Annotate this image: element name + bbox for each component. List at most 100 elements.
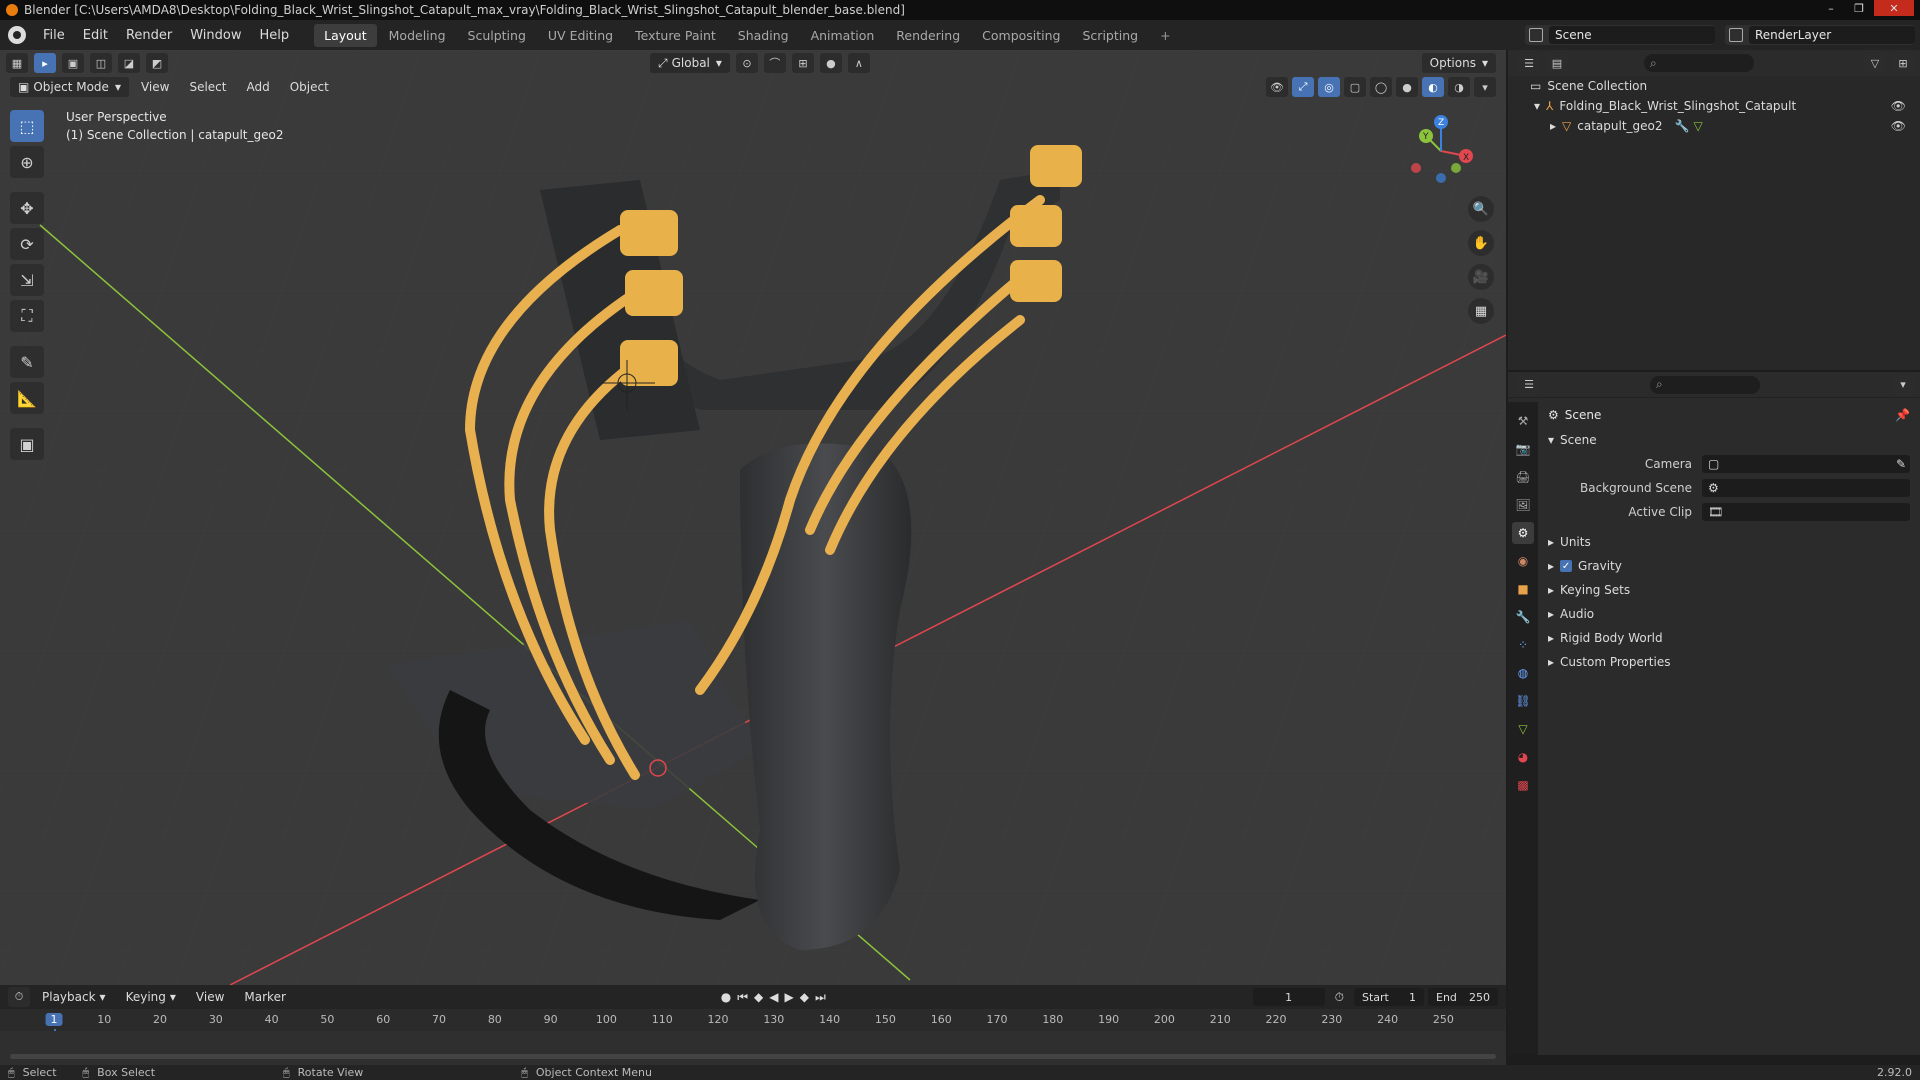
- tab-animation[interactable]: Animation: [801, 24, 885, 47]
- menu-file[interactable]: File: [34, 28, 74, 43]
- gravity-checkbox[interactable]: ✓: [1560, 560, 1573, 572]
- shading-solid-icon[interactable]: ●: [1396, 77, 1418, 97]
- add-workspace-button[interactable]: +: [1150, 24, 1180, 47]
- visibility-eye-icon[interactable]: 👁: [1891, 99, 1906, 113]
- object-mode-dropdown[interactable]: ▣ Object Mode ▾: [10, 77, 129, 97]
- transform-tool-icon[interactable]: ⛶: [10, 300, 44, 332]
- select-mode-subtract-icon[interactable]: ◪: [118, 53, 140, 73]
- move-tool-icon[interactable]: ✥: [10, 192, 44, 224]
- record-icon[interactable]: ●: [721, 990, 731, 1005]
- ortho-grid-icon[interactable]: ▦: [1468, 298, 1494, 324]
- add-cube-tool-icon[interactable]: ▣: [10, 428, 44, 460]
- tab-rendering[interactable]: Rendering: [886, 24, 970, 47]
- properties-search-input[interactable]: ⌕: [1650, 375, 1760, 394]
- visibility-eye-icon[interactable]: 👁: [1891, 119, 1906, 133]
- keying-menu[interactable]: Keying ▾: [118, 987, 184, 1007]
- play-icon[interactable]: ▶: [785, 990, 794, 1005]
- shading-options-icon[interactable]: ▾: [1474, 77, 1496, 97]
- scale-tool-icon[interactable]: ⇲: [10, 264, 44, 296]
- filter-icon[interactable]: ▽: [1864, 53, 1886, 73]
- scene-selector[interactable]: Scene: [1525, 25, 1715, 45]
- blender-menu-icon[interactable]: [8, 26, 26, 44]
- timeline-ruler[interactable]: 1 10 20 30 40 50 60 70 80 90 100 110 120 130 140 150 160…: [0, 1009, 1506, 1069]
- maximize-button[interactable]: ❐: [1846, 0, 1872, 16]
- current-frame-input[interactable]: 1: [1252, 988, 1325, 1006]
- modifier-tab-icon[interactable]: 🔧: [1512, 606, 1534, 628]
- scene-panel-header[interactable]: ▾ Scene: [1542, 428, 1920, 452]
- object-tab-icon[interactable]: ■: [1512, 578, 1534, 600]
- display-mode-icon[interactable]: ▤: [1546, 53, 1568, 73]
- jump-end-icon[interactable]: ⏭: [815, 990, 826, 1005]
- outliner-root[interactable]: ▭ Scene Collection: [1508, 76, 1920, 96]
- eyedropper-icon[interactable]: ✎: [1896, 457, 1906, 471]
- expand-arrow-icon[interactable]: ▾: [1534, 99, 1540, 113]
- menu-render[interactable]: Render: [117, 28, 181, 43]
- 3d-viewport[interactable]: ▦ ▸ ▣ ◫ ◪ ◩ ⤢ Global ▾ ⊙ ⌒ ⊞ ● ∧ Options…: [0, 50, 1506, 985]
- marker-menu[interactable]: Marker: [236, 987, 293, 1007]
- play-reverse-icon[interactable]: ◀: [769, 990, 778, 1005]
- rigid-body-world-section[interactable]: ▸ Rigid Body World: [1542, 626, 1920, 650]
- annotate-tool-icon[interactable]: ✎: [10, 346, 44, 378]
- select-mode-extend-icon[interactable]: ◫: [90, 53, 112, 73]
- menu-window[interactable]: Window: [181, 28, 250, 43]
- custom-properties-section[interactable]: ▸ Custom Properties: [1542, 650, 1920, 674]
- material-tab-icon[interactable]: ◕: [1512, 746, 1534, 768]
- camera-view-icon[interactable]: 🎥: [1468, 264, 1494, 290]
- timeline-scrollbar[interactable]: [10, 1054, 1496, 1059]
- minimize-button[interactable]: –: [1818, 0, 1844, 16]
- select-mode-invert-icon[interactable]: ◩: [146, 53, 168, 73]
- render-tab-icon[interactable]: 📷: [1512, 438, 1534, 460]
- shading-wireframe-icon[interactable]: ◯: [1370, 77, 1392, 97]
- transform-orientation-dropdown[interactable]: ⤢ Global ▾: [650, 53, 730, 73]
- playback-menu[interactable]: Playback ▾: [34, 987, 114, 1007]
- cursor-tool-icon[interactable]: ⊕: [10, 146, 44, 178]
- end-frame-input[interactable]: End 250: [1428, 988, 1498, 1006]
- scene-tab-icon[interactable]: ⚙: [1512, 522, 1534, 544]
- start-frame-input[interactable]: Start 1: [1354, 988, 1424, 1006]
- falloff-icon[interactable]: ∧: [847, 53, 870, 73]
- jump-start-icon[interactable]: ⏮: [737, 990, 748, 1005]
- outliner-search-input[interactable]: ⌕: [1644, 54, 1754, 72]
- visibility-icon[interactable]: 👁: [1266, 77, 1288, 97]
- shading-rendered-icon[interactable]: ◑: [1448, 77, 1470, 97]
- properties-editor-type-icon[interactable]: ☰: [1518, 374, 1540, 395]
- tab-uv-editing[interactable]: UV Editing: [538, 24, 623, 47]
- select-mode-new-icon[interactable]: ▣: [62, 53, 84, 73]
- navigation-gizmo[interactable]: X Y Z: [1396, 106, 1486, 196]
- snap-icon[interactable]: ⌒: [763, 53, 786, 73]
- properties-options-icon[interactable]: ▾: [1892, 374, 1914, 395]
- tab-modeling[interactable]: Modeling: [379, 24, 456, 47]
- select-box-tool-icon[interactable]: ⬚: [10, 110, 44, 142]
- menu-edit[interactable]: Edit: [74, 28, 117, 43]
- menu-help[interactable]: Help: [251, 28, 299, 43]
- tab-shading[interactable]: Shading: [728, 24, 799, 47]
- zoom-icon[interactable]: 🔍: [1468, 196, 1494, 222]
- next-keyframe-icon[interactable]: ◆: [800, 990, 809, 1005]
- keying-sets-section[interactable]: ▸ Keying Sets: [1542, 578, 1920, 602]
- proportional-edit-icon[interactable]: ●: [819, 53, 842, 73]
- pan-hand-icon[interactable]: ✋: [1468, 230, 1494, 256]
- timeline-track-area[interactable]: [0, 1031, 1506, 1065]
- timeline-view-menu[interactable]: View: [188, 987, 232, 1007]
- output-tab-icon[interactable]: 🖨: [1512, 466, 1534, 488]
- shading-material-icon[interactable]: ◐: [1422, 77, 1444, 97]
- tab-compositing[interactable]: Compositing: [972, 24, 1070, 47]
- select-tool-mode-icon[interactable]: ▸: [34, 53, 56, 73]
- physics-tab-icon[interactable]: ◍: [1512, 662, 1534, 684]
- close-button[interactable]: ✕: [1874, 0, 1914, 16]
- xray-icon[interactable]: ▢: [1344, 77, 1366, 97]
- overlay-toggle-icon[interactable]: ◎: [1318, 77, 1340, 97]
- data-tab-icon[interactable]: ▽: [1512, 718, 1534, 740]
- world-tab-icon[interactable]: ◉: [1512, 550, 1534, 572]
- audio-section[interactable]: ▸ Audio: [1542, 602, 1920, 626]
- render-layer-selector[interactable]: RenderLayer: [1725, 25, 1915, 45]
- render-layer-field[interactable]: RenderLayer: [1749, 26, 1915, 44]
- options-button[interactable]: Options ▾: [1421, 53, 1496, 73]
- timeline-editor-type-icon[interactable]: ⏱: [8, 987, 30, 1007]
- editor-type-icon[interactable]: ▦: [6, 53, 28, 73]
- snap-target-icon[interactable]: ⊞: [791, 53, 814, 73]
- texture-tab-icon[interactable]: ▩: [1512, 774, 1534, 796]
- gizmo-toggle-icon[interactable]: ⤢: [1292, 77, 1314, 97]
- view-menu[interactable]: View: [133, 77, 177, 97]
- tab-sculpting[interactable]: Sculpting: [458, 24, 536, 47]
